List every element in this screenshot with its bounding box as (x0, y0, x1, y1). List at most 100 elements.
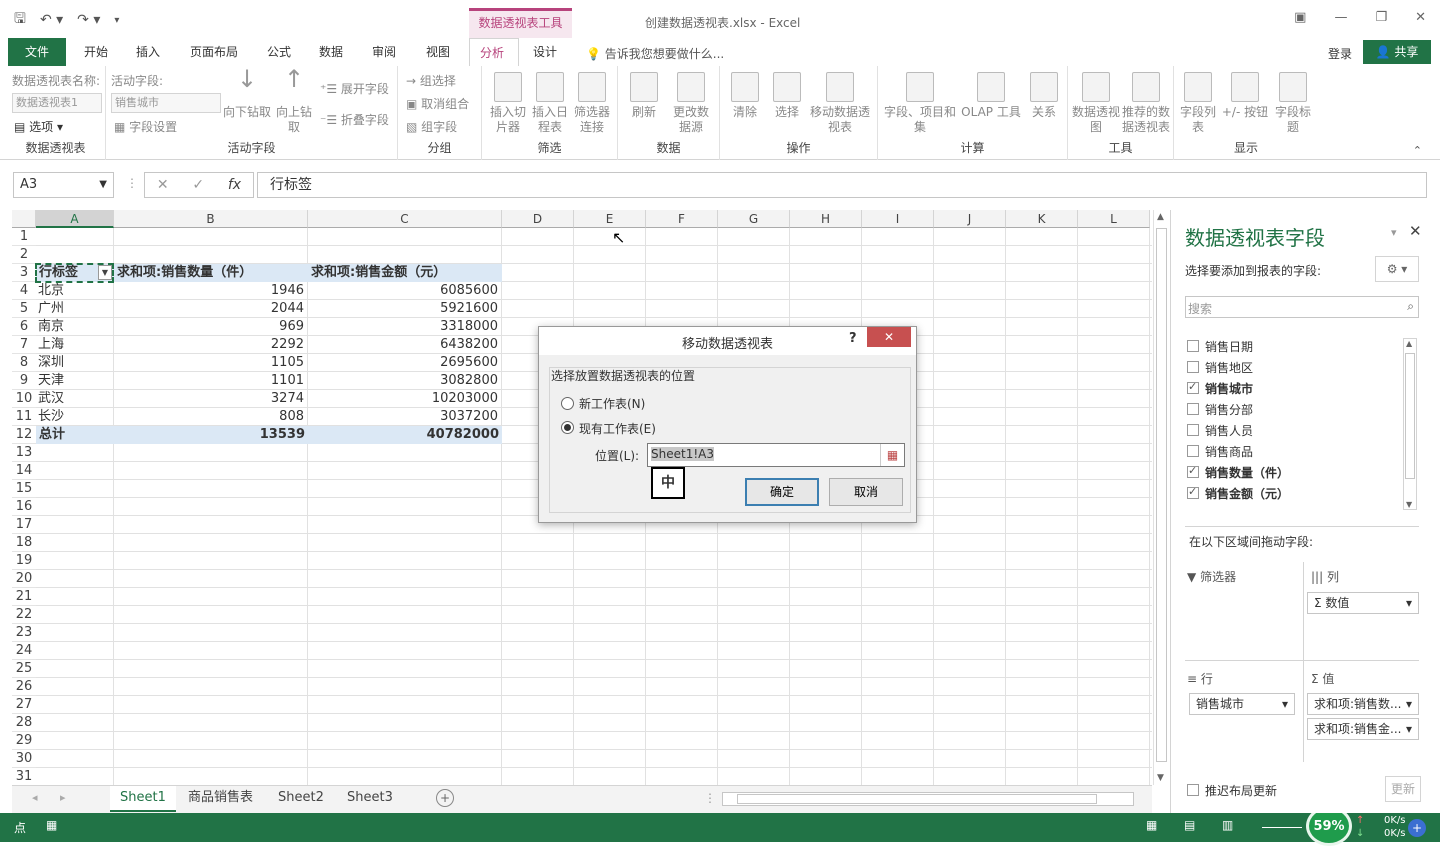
ok-button[interactable]: 确定 (745, 478, 819, 506)
sheet-tab-sheet1[interactable]: Sheet1 (110, 786, 176, 812)
column-header[interactable]: L (1078, 210, 1150, 228)
field-list-button[interactable]: 字段列表 (1180, 72, 1216, 135)
pivot-total-cell[interactable]: 13539 (114, 426, 308, 444)
tab-insert[interactable]: 插入 (126, 38, 170, 66)
row-header[interactable]: 10 (12, 390, 36, 408)
field-checkbox[interactable] (1187, 361, 1199, 373)
field-label[interactable]: 销售地区 (1205, 359, 1253, 376)
row-label-filter-icon[interactable]: ▼ (98, 265, 112, 280)
pivot-cell[interactable]: 2044 (116, 300, 304, 318)
pivot-row-label[interactable]: 广州 (38, 300, 110, 318)
update-button[interactable]: 更新 (1385, 776, 1421, 802)
pivot-cell[interactable]: 3082800 (310, 372, 498, 390)
pane-gear-icon[interactable]: ⚙ ▾ (1375, 256, 1419, 282)
group-selection-button[interactable]: → 组选择 (406, 72, 456, 89)
field-list-scrollbar[interactable]: ▲ ▼ (1403, 338, 1417, 510)
column-header[interactable]: K (1006, 210, 1078, 228)
tab-file[interactable]: 文件 (8, 38, 66, 66)
pivot-cell[interactable]: 2292 (116, 336, 304, 354)
row-header[interactable]: 18 (12, 534, 36, 552)
field-label[interactable]: 销售商品 (1205, 443, 1253, 460)
change-source-button[interactable]: 更改数据源 (668, 72, 714, 135)
redo-icon[interactable]: ↷ ▾ (77, 12, 100, 28)
customize-icon[interactable]: ▾ (114, 15, 119, 26)
row-header[interactable]: 23 (12, 624, 36, 642)
row-header[interactable]: 22 (12, 606, 36, 624)
ungroup-button[interactable]: ▣ 取消组合 (406, 95, 469, 112)
fields-items-button[interactable]: 字段、项目和集 (882, 72, 958, 135)
pivot-cell[interactable]: 1946 (116, 282, 304, 300)
cancel-button[interactable]: 取消 (829, 478, 903, 506)
values-item-amount[interactable]: 求和项:销售金... (1307, 718, 1419, 740)
tab-view[interactable]: 视图 (416, 38, 460, 66)
radio-new-sheet[interactable] (561, 397, 574, 410)
collapse-field-button[interactable]: ⁻☰ 折叠字段 (320, 111, 389, 128)
clear-button[interactable]: 清除 (726, 72, 764, 120)
values-item-quantity[interactable]: 求和项:销售数... (1307, 693, 1419, 715)
field-checkbox[interactable] (1187, 424, 1199, 436)
filter-connections-button[interactable]: 筛选器连接 (572, 72, 612, 135)
pane-options-icon[interactable]: ▾ (1391, 226, 1397, 239)
field-label[interactable]: 销售分部 (1205, 401, 1253, 418)
pivot-total-cell[interactable]: 40782000 (308, 426, 502, 444)
field-label[interactable]: 销售日期 (1205, 338, 1253, 355)
field-checkbox[interactable] (1187, 340, 1199, 352)
options-button[interactable]: ▤ 选项 ▾ (14, 118, 63, 135)
row-header[interactable]: 3 (12, 264, 36, 282)
location-input[interactable]: Sheet1!A3 ▦ (647, 443, 905, 467)
pivot-cell[interactable]: 5921600 (310, 300, 498, 318)
fx-insert-icon[interactable]: fx (228, 177, 241, 193)
tab-split-icon[interactable]: ⋮ (704, 791, 716, 805)
row-header[interactable]: 28 (12, 714, 36, 732)
field-label[interactable]: 销售金额（元） (1205, 485, 1289, 502)
refresh-button[interactable]: 刷新 (624, 72, 664, 120)
pane-close-icon[interactable]: ✕ (1409, 222, 1422, 240)
pivot-row-label[interactable]: 武汉 (38, 390, 110, 408)
confirm-formula-icon[interactable]: ✓ (192, 177, 204, 193)
pivot-cell[interactable]: 808 (116, 408, 304, 426)
column-header[interactable]: C (308, 210, 502, 228)
pivot-row-label[interactable]: 北京 (38, 282, 110, 300)
field-label[interactable]: 销售城市 (1205, 380, 1253, 397)
recommended-pivot-button[interactable]: 推荐的数据透视表 (1122, 72, 1170, 135)
field-label[interactable]: 销售数量（件） (1205, 464, 1289, 481)
row-header[interactable]: 11 (12, 408, 36, 426)
row-header[interactable]: 7 (12, 336, 36, 354)
rows-item[interactable]: 销售城市 (1189, 693, 1295, 715)
expand-field-button[interactable]: ⁺☰ 展开字段 (320, 80, 389, 97)
save-icon[interactable]: 🖫 (14, 8, 26, 32)
field-checkbox[interactable] (1187, 380, 1199, 394)
column-header[interactable]: G (718, 210, 790, 228)
plus-minus-button[interactable]: +/- 按钮 (1218, 72, 1272, 120)
row-header[interactable]: 17 (12, 516, 36, 534)
move-pivot-button[interactable]: 移动数据透视表 (808, 72, 872, 135)
pivot-row-label[interactable]: 南京 (38, 318, 110, 336)
row-header[interactable]: 21 (12, 588, 36, 606)
name-box[interactable]: A3 ▼ (13, 172, 114, 198)
radio-existing-sheet[interactable] (561, 421, 574, 434)
vertical-scrollbar[interactable]: ▲ ▼ (1153, 210, 1169, 785)
field-scroll-down-icon[interactable]: ▼ (1406, 500, 1412, 509)
pivot-cell[interactable]: 1101 (116, 372, 304, 390)
row-header[interactable]: 26 (12, 678, 36, 696)
pivot-cell[interactable]: 969 (116, 318, 304, 336)
minimize-icon[interactable]: — (1334, 10, 1347, 25)
olap-tools-button[interactable]: OLAP 工具 (960, 72, 1022, 120)
row-header[interactable]: 13 (12, 444, 36, 462)
pivot-value-header[interactable]: 求和项:销售金额（元） (308, 264, 502, 282)
field-scroll-thumb[interactable] (1405, 353, 1415, 479)
undo-icon[interactable]: ↶ ▾ (40, 12, 63, 28)
row-header[interactable]: 2 (12, 246, 36, 264)
pivotchart-button[interactable]: 数据透视图 (1072, 72, 1120, 135)
column-header[interactable]: A (36, 210, 114, 228)
restore-icon[interactable]: ❐ (1375, 10, 1387, 25)
insert-timeline-button[interactable]: 插入日程表 (530, 72, 570, 135)
field-checkbox[interactable] (1187, 403, 1199, 415)
sheet-nav-prev-icon[interactable]: ◂ (32, 791, 38, 804)
sheet-tab-sheet2[interactable]: Sheet2 (268, 786, 334, 812)
tab-formulas[interactable]: 公式 (257, 38, 301, 66)
column-header[interactable]: B (114, 210, 308, 228)
row-header[interactable]: 12 (12, 426, 36, 444)
insert-slicer-button[interactable]: 插入切片器 (488, 72, 528, 135)
pivot-row-label[interactable]: 上海 (38, 336, 110, 354)
